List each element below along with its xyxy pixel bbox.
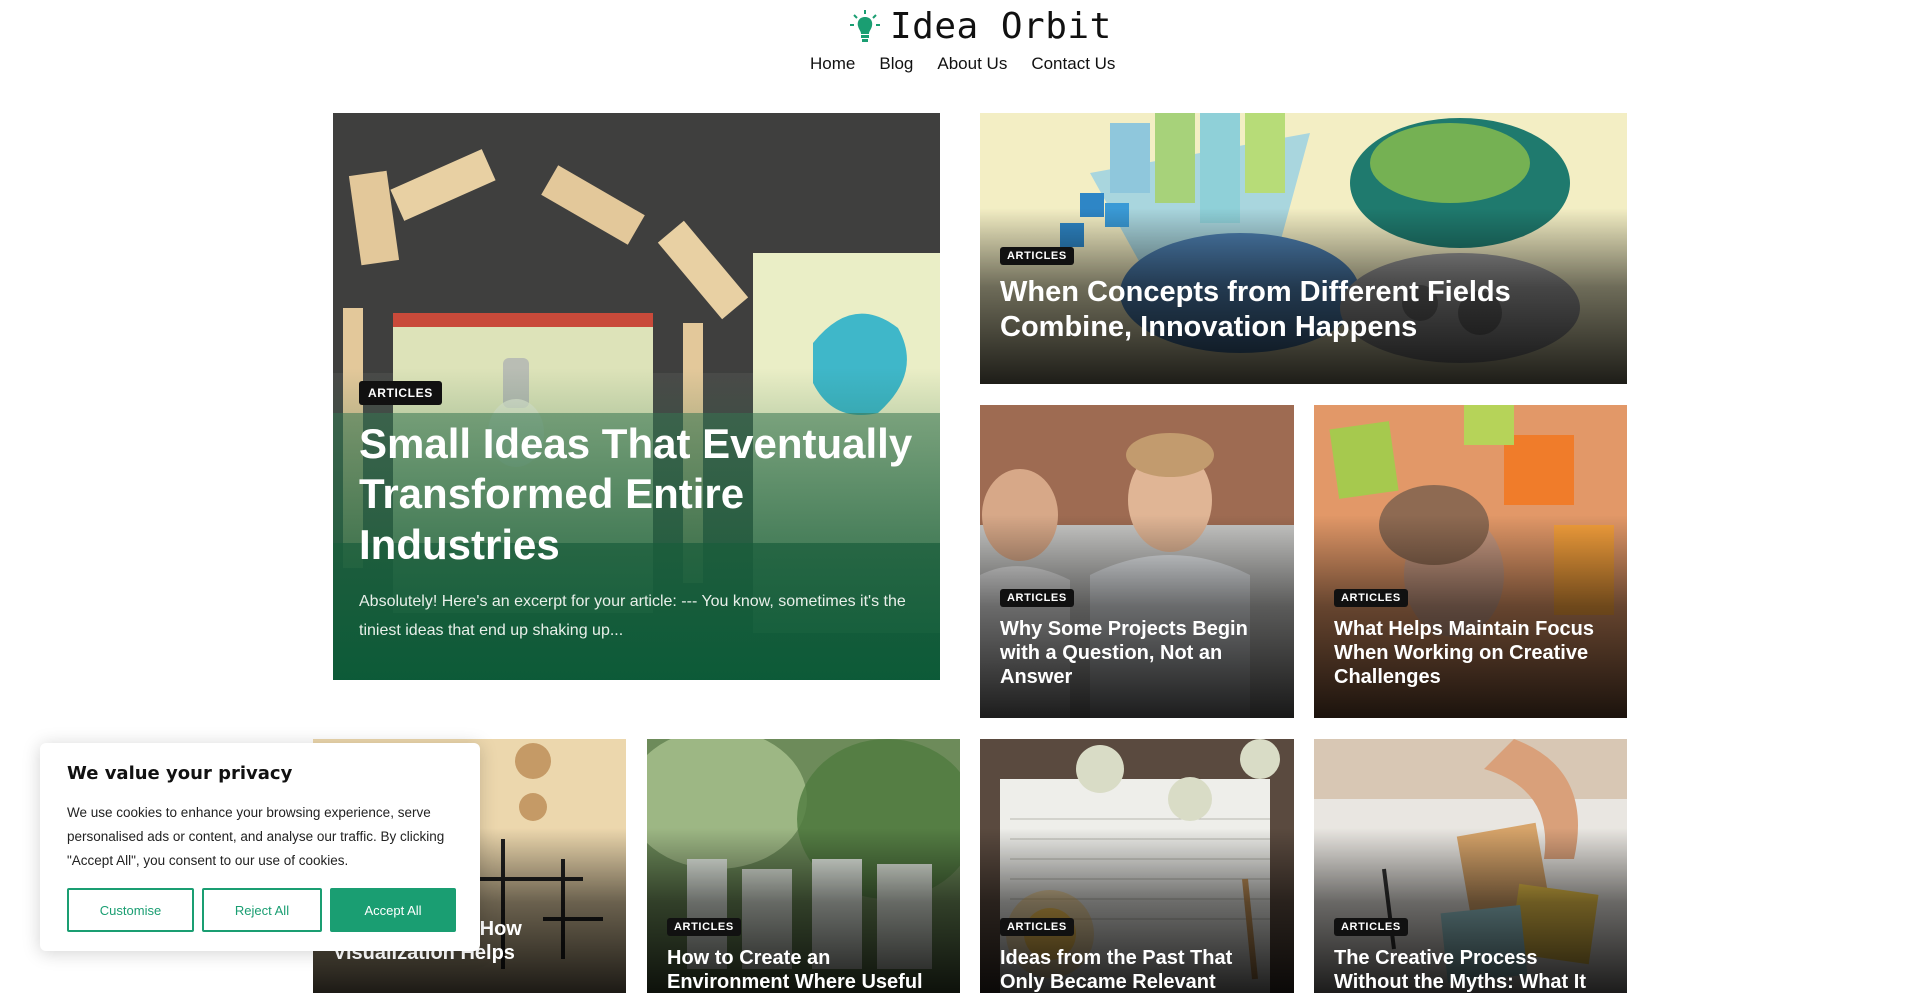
post-content: ARTICLES How to Create an Environment Wh…	[667, 917, 940, 993]
post-content: ARTICLES The Creative Process Without th…	[1334, 917, 1607, 993]
category-badge[interactable]: ARTICLES	[1000, 247, 1074, 265]
category-badge[interactable]: ARTICLES	[667, 918, 741, 936]
post-card[interactable]: ARTICLES When Concepts from Different Fi…	[980, 113, 1627, 384]
lightbulb-icon	[850, 10, 880, 42]
reject-all-button[interactable]: Reject All	[202, 888, 322, 932]
featured-post-excerpt: Absolutely! Here's an excerpt for your a…	[359, 593, 906, 639]
category-badge[interactable]: ARTICLES	[1334, 918, 1408, 936]
category-badge[interactable]: ARTICLES	[359, 381, 442, 405]
nav-blog[interactable]: Blog	[879, 54, 913, 74]
post-title[interactable]: The Creative Process Without the Myths: …	[1334, 946, 1607, 993]
site-logo[interactable]: Idea Orbit	[850, 5, 1112, 47]
nav-contact-us[interactable]: Contact Us	[1031, 54, 1115, 74]
post-card[interactable]: ARTICLES What Helps Maintain Focus When …	[1314, 405, 1627, 718]
featured-post-title[interactable]: Small Ideas That Eventually Transformed …	[359, 419, 920, 570]
nav-home[interactable]: Home	[810, 54, 855, 74]
main-nav: Home Blog About Us Contact Us	[810, 54, 1115, 74]
featured-post-card[interactable]: ARTICLES Small Ideas That Eventually Tra…	[333, 113, 940, 680]
category-badge[interactable]: ARTICLES	[1000, 918, 1074, 936]
customise-button[interactable]: Customise	[67, 888, 194, 932]
post-card[interactable]: ARTICLES Why Some Projects Begin with a …	[980, 405, 1294, 718]
accept-all-button[interactable]: Accept All	[330, 888, 456, 932]
post-title[interactable]: What Helps Maintain Focus When Working o…	[1334, 617, 1607, 689]
post-card[interactable]: ARTICLES Ideas from the Past That Only B…	[980, 739, 1294, 993]
post-title[interactable]: Why Some Projects Begin with a Question,…	[1000, 617, 1274, 689]
category-badge[interactable]: ARTICLES	[1334, 589, 1408, 607]
site-header: Idea Orbit Home Blog About Us Contact Us	[0, 0, 1920, 90]
post-content: ARTICLES Ideas from the Past That Only B…	[1000, 917, 1274, 993]
cookie-consent-banner: We value your privacy We use cookies to …	[40, 743, 480, 951]
post-title[interactable]: When Concepts from Different Fields Comb…	[1000, 275, 1607, 345]
site-title: Idea Orbit	[890, 5, 1112, 47]
post-content: ARTICLES Why Some Projects Begin with a …	[1000, 588, 1274, 689]
cookie-banner-text: We use cookies to enhance your browsing …	[67, 805, 445, 868]
post-title[interactable]: Ideas from the Past That Only Became Rel…	[1000, 946, 1274, 993]
cookie-banner-title: We value your privacy	[67, 763, 293, 784]
post-content: ARTICLES When Concepts from Different Fi…	[1000, 246, 1607, 345]
post-card[interactable]: ARTICLES How to Create an Environment Wh…	[647, 739, 960, 993]
category-badge[interactable]: ARTICLES	[1000, 589, 1074, 607]
post-content: ARTICLES What Helps Maintain Focus When …	[1334, 588, 1607, 689]
post-card[interactable]: ARTICLES The Creative Process Without th…	[1314, 739, 1627, 993]
post-title[interactable]: How to Create an Environment Where Usefu…	[667, 946, 940, 993]
nav-about-us[interactable]: About Us	[937, 54, 1007, 74]
featured-post-content: ARTICLES Small Ideas That Eventually Tra…	[359, 381, 920, 646]
